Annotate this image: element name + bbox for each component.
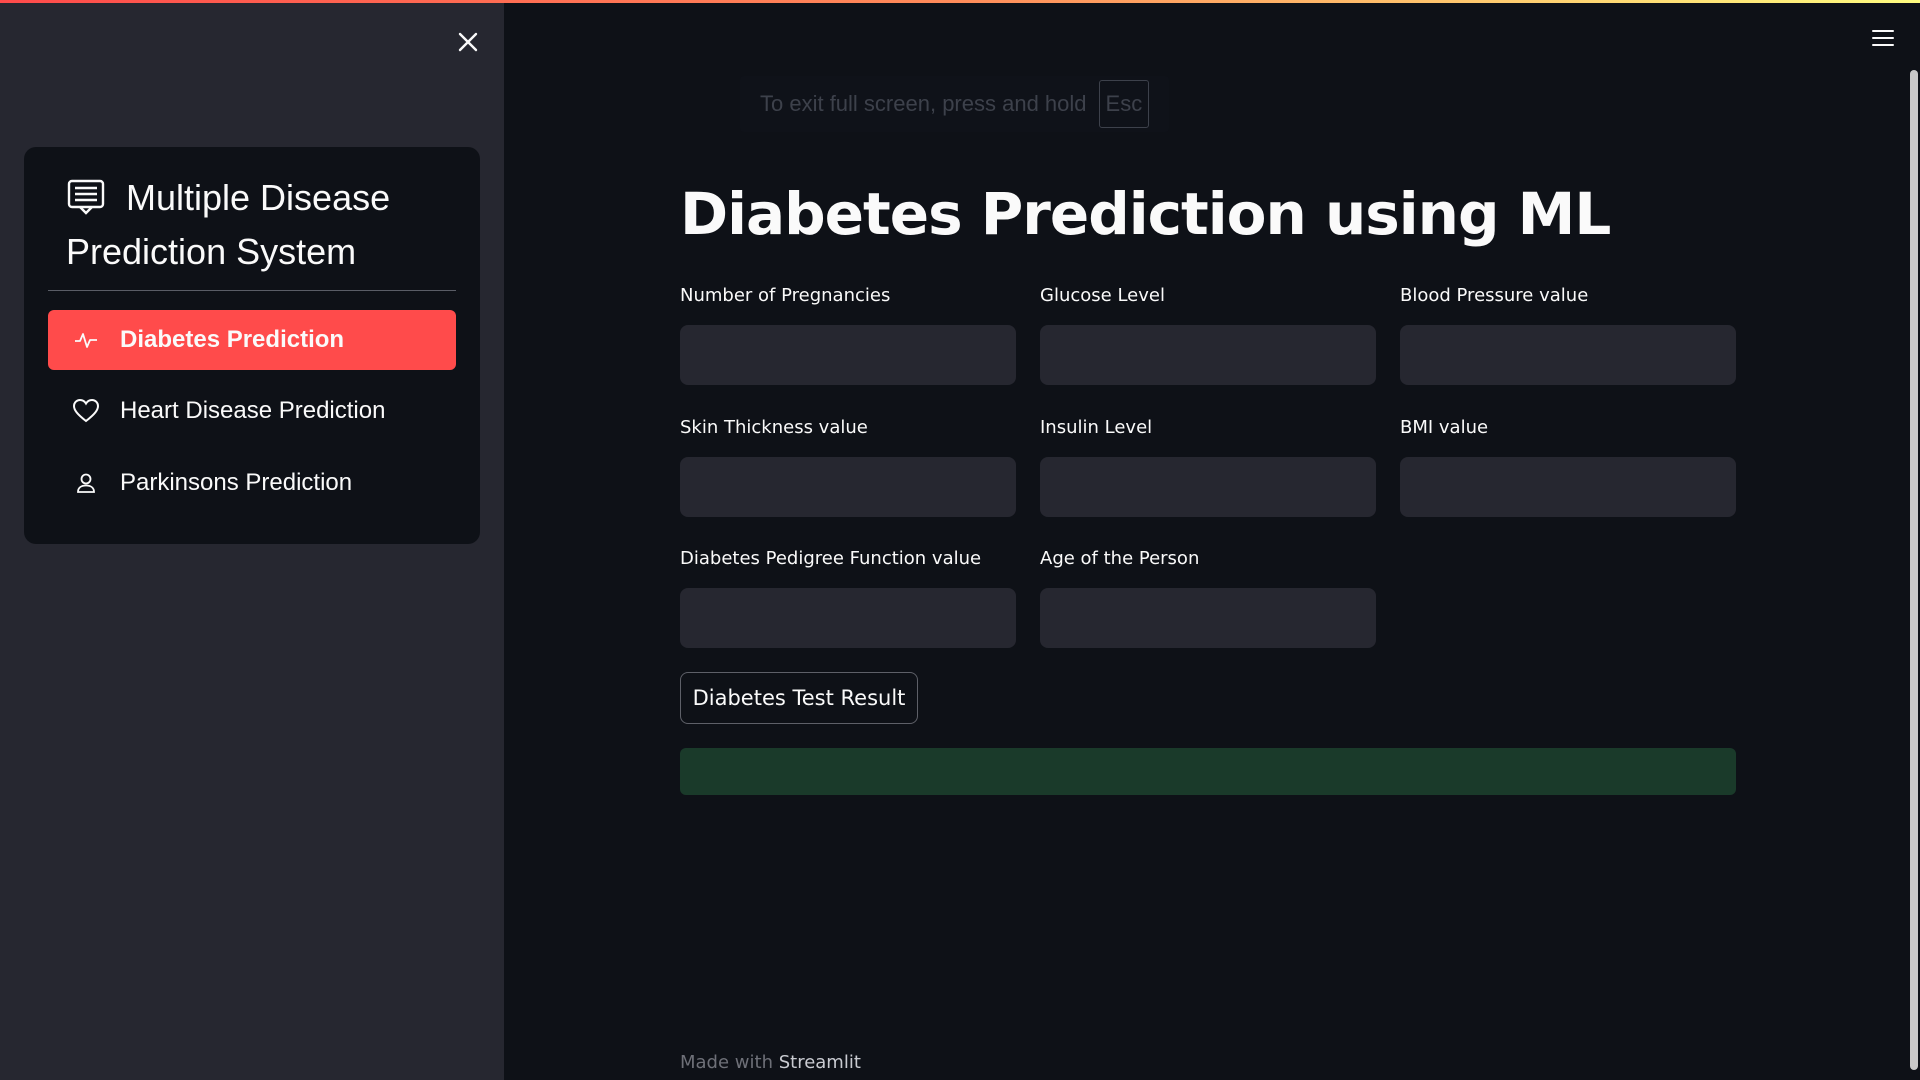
field-label-bmi: BMI value	[1400, 417, 1489, 438]
option-menu: Multiple Disease Prediction System Diabe…	[24, 147, 480, 544]
field-label-age: Age of the Person	[1040, 548, 1200, 569]
menu-divider	[48, 290, 456, 291]
activity-icon	[72, 326, 100, 354]
age-input[interactable]	[1040, 588, 1376, 648]
streamlit-link[interactable]: Streamlit	[779, 1052, 861, 1073]
esc-key-hint: Esc	[1098, 80, 1150, 128]
fullscreen-notice-text: To exit full screen, press and hold	[760, 91, 1087, 116]
close-sidebar-button[interactable]	[452, 26, 484, 58]
list-alt-icon	[66, 176, 106, 216]
bmi-input[interactable]	[1400, 457, 1736, 517]
blood-pressure-input[interactable]	[1400, 325, 1736, 385]
menu-item-diabetes-prediction[interactable]: Diabetes Prediction	[48, 310, 456, 370]
pregnancies-input[interactable]	[680, 325, 1016, 385]
menu-item-heart-disease-prediction[interactable]: Heart Disease Prediction	[48, 381, 456, 441]
glucose-input[interactable]	[1040, 325, 1376, 385]
menu-title: Multiple Disease Prediction System	[66, 177, 391, 272]
menu-header: Multiple Disease Prediction System	[66, 171, 446, 279]
close-icon	[458, 32, 478, 52]
footer: Made with Streamlit	[680, 1052, 861, 1073]
field-label-insulin: Insulin Level	[1040, 417, 1153, 438]
field-label-skin-thickness: Skin Thickness value	[680, 417, 868, 438]
sidebar: Multiple Disease Prediction System Diabe…	[0, 0, 504, 1080]
menu-item-label: Heart Disease Prediction	[120, 397, 386, 424]
field-label-pregnancies: Number of Pregnancies	[680, 285, 891, 306]
person-icon	[72, 469, 100, 497]
insulin-input[interactable]	[1040, 457, 1376, 517]
heart-icon	[72, 397, 100, 425]
scrollbar[interactable]	[1910, 70, 1918, 1070]
main-menu-button[interactable]	[1870, 28, 1898, 50]
field-label-glucose: Glucose Level	[1040, 285, 1165, 306]
menu-item-label: Diabetes Prediction	[120, 326, 345, 353]
field-label-pedigree: Diabetes Pedigree Function value	[680, 548, 982, 569]
hamburger-icon	[1872, 30, 1894, 32]
page-title: Diabetes Prediction using ML	[680, 180, 1611, 248]
result-success-box	[680, 748, 1736, 795]
diabetes-test-result-button[interactable]: Diabetes Test Result	[680, 672, 918, 724]
fullscreen-notice: To exit full screen, press and hold Esc	[740, 76, 1170, 132]
top-decoration-bar	[0, 0, 1920, 3]
footer-prefix: Made with	[680, 1052, 773, 1073]
field-label-blood-pressure: Blood Pressure value	[1400, 285, 1589, 306]
menu-item-parkinsons-prediction[interactable]: Parkinsons Prediction	[48, 453, 456, 513]
pedigree-input[interactable]	[680, 588, 1016, 648]
menu-item-label: Parkinsons Prediction	[120, 469, 353, 496]
skin-thickness-input[interactable]	[680, 457, 1016, 517]
